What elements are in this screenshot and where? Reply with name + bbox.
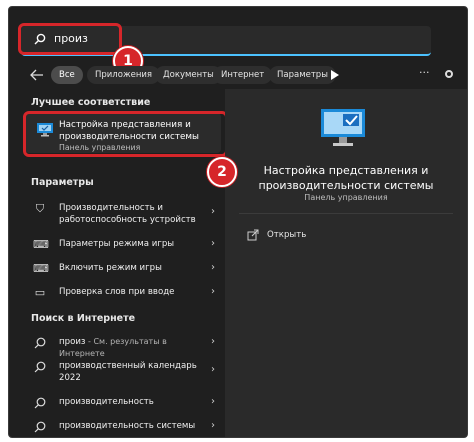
search-icon [34, 337, 46, 349]
settings-item-enable-game-mode[interactable]: ⌨ Включить режим игры › [25, 257, 221, 281]
step-badge-2: 2 [207, 157, 237, 187]
keyboard-icon: ▭ [34, 286, 46, 299]
filter-chip-internet[interactable]: Интернет [213, 66, 273, 84]
web-item-calendar[interactable]: производственный календарь 2022 › [25, 355, 221, 385]
open-action[interactable]: Открыть [267, 230, 306, 240]
chevron-right-icon: › [211, 420, 215, 431]
chevron-right-icon: › [211, 262, 215, 273]
search-highlight-frame [18, 23, 122, 55]
settings-header: Параметры [31, 177, 94, 188]
settings-item-label: Проверка слов при вводе [59, 287, 175, 297]
web-search-header: Поиск в Интернете [31, 313, 136, 324]
divider [239, 213, 453, 214]
filter-chip-documents[interactable]: Документы [155, 66, 222, 84]
settings-item-performance[interactable]: ⛉ Производительность и работоспособность… [25, 197, 221, 227]
filter-chip-settings[interactable]: Параметры [269, 66, 336, 84]
web-item-performance[interactable]: производительность › [25, 391, 221, 415]
open-external-icon [247, 229, 259, 241]
preview-title: Настройка представления и производительн… [258, 164, 434, 192]
web-item-system-performance[interactable]: производительность системы › [25, 415, 221, 437]
chevron-right-icon: › [211, 206, 215, 217]
search-icon [34, 361, 46, 373]
filter-chip-all[interactable]: Все [51, 66, 83, 84]
search-icon [34, 397, 46, 409]
settings-item-spellcheck[interactable]: ▭ Проверка слов при вводе › [25, 281, 221, 305]
filter-bar: Все Приложения Документы Интернет Параме… [19, 61, 459, 89]
gamepad-icon: ⌨ [33, 262, 49, 275]
filter-chip-apps[interactable]: Приложения [87, 66, 161, 84]
search-icon [34, 421, 46, 433]
results-list: Лучшее соответствие Настройка представле… [19, 93, 228, 437]
settings-item-label: Параметры режима игры [59, 239, 175, 249]
best-match-header: Лучшее соответствие [31, 97, 151, 108]
shield-icon: ⛉ [35, 202, 45, 215]
preview-subtitle: Панель управления [304, 193, 388, 202]
chevron-right-icon: › [211, 364, 215, 375]
chevron-right-icon: › [211, 238, 215, 249]
more-options-icon[interactable]: ... [419, 63, 430, 76]
web-item-label: производительность [59, 397, 154, 407]
web-item-label: производственный календарь 2022 [59, 361, 197, 383]
chevron-right-icon: › [211, 286, 215, 297]
chevron-right-icon: › [211, 336, 215, 347]
settings-item-game-mode-params[interactable]: ⌨ Параметры режима игры › [25, 233, 221, 257]
back-arrow-icon[interactable] [29, 67, 45, 83]
gamepad-icon: ⌨ [33, 238, 49, 251]
monitor-check-icon [321, 109, 365, 146]
start-search-window: произ 1 Все Приложения Документы Интерне… [8, 6, 468, 438]
chevron-right-icon: › [211, 396, 215, 407]
account-circle-icon[interactable] [445, 70, 453, 78]
settings-item-label: Производительность и работоспособность у… [59, 203, 196, 225]
web-item-label: производительность системы [59, 421, 196, 431]
web-query-text: произ [59, 337, 86, 347]
play-arrow-icon[interactable] [331, 70, 339, 80]
settings-item-label: Включить режим игры [59, 263, 162, 273]
preview-pane: Настройка представления и производительн… [225, 89, 467, 437]
best-match-highlight-frame [23, 111, 228, 157]
web-item-query[interactable]: произ - См. результаты в Интернете › [25, 331, 221, 358]
